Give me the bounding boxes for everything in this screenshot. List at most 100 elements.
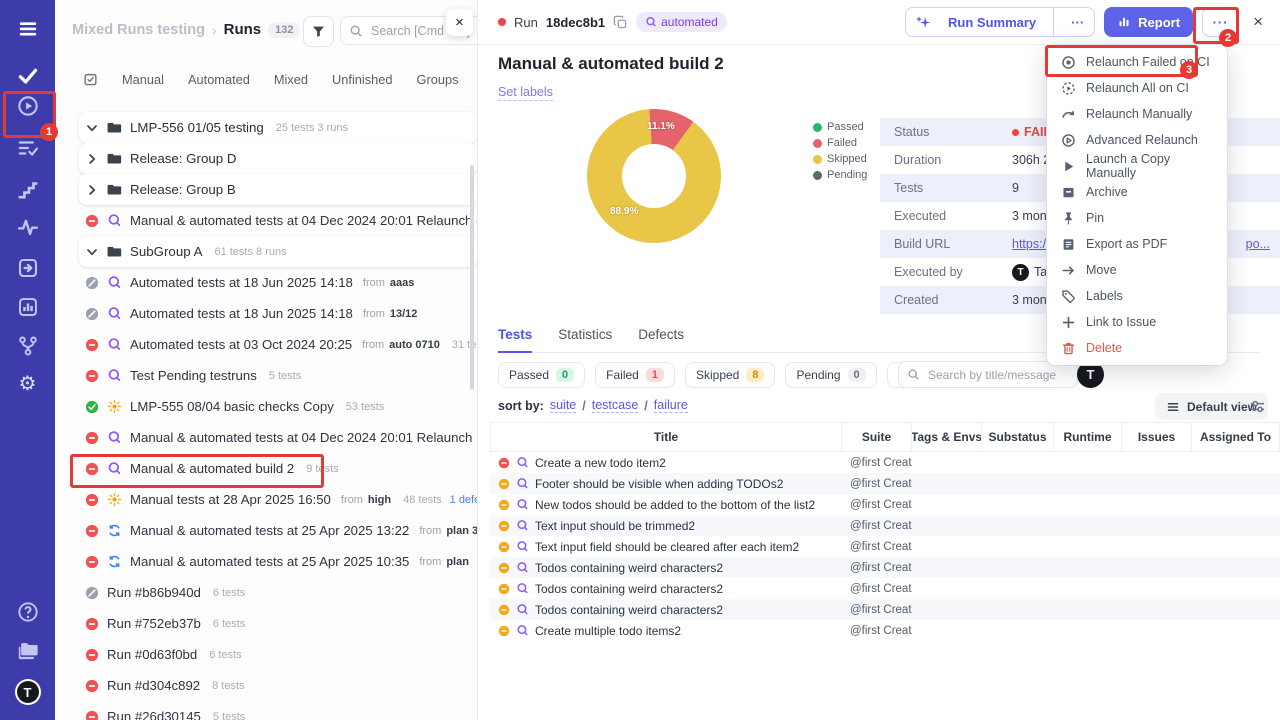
detail-close-button[interactable]: ×	[1250, 12, 1266, 32]
pill-pending[interactable]: Pending0	[785, 362, 876, 388]
defects-count[interactable]: 1 defects	[450, 494, 477, 506]
run-row[interactable]: Manual & automated tests at 04 Dec 2024 …	[55, 422, 477, 453]
column-header-suite[interactable]: Suite	[842, 422, 912, 452]
select-runs-icon[interactable]	[83, 72, 98, 87]
run-row[interactable]: Automated tests at 18 Jun 2025 14:18from…	[55, 298, 477, 329]
menu-item-export-as-pdf[interactable]: Export as PDF	[1047, 231, 1227, 257]
tests-search-input[interactable]	[926, 367, 1069, 383]
play-circle-icon[interactable]	[17, 95, 39, 117]
hamburger-icon[interactable]	[17, 18, 39, 40]
run-row[interactable]: Manual & automated tests at 25 Apr 2025 …	[55, 546, 477, 577]
menu-item-labels[interactable]: Labels	[1047, 283, 1227, 309]
from-label: from	[362, 339, 384, 351]
column-header-issues[interactable]: Issues	[1122, 422, 1192, 452]
assignee-avatar[interactable]: T	[1077, 361, 1104, 388]
column-header-assigned-to[interactable]: Assigned To	[1192, 422, 1280, 452]
run-row[interactable]: Run #0d63f0bd6 tests	[55, 639, 477, 670]
run-summary-more-button[interactable]: ···	[1061, 8, 1094, 36]
run-row[interactable]: Manual & automated build 29 tests	[55, 453, 477, 484]
sort-link-failure[interactable]: failure	[654, 398, 688, 413]
table-row[interactable]: Todos containing weird characters2@first…	[490, 599, 1280, 620]
column-header-runtime[interactable]: Runtime	[1054, 422, 1122, 452]
check-icon[interactable]	[17, 65, 39, 87]
list-check-icon[interactable]	[17, 137, 39, 159]
column-header-tags-envs[interactable]: Tags & Envs	[912, 422, 982, 452]
table-row[interactable]: Create multiple todo items2@first Create…	[490, 620, 1280, 641]
group-row[interactable]: Release: Group D	[79, 143, 477, 174]
automated-label-badge[interactable]: automated	[636, 12, 727, 32]
group-row[interactable]: LMP-556 01/05 testing25 tests 3 runs	[79, 112, 477, 143]
run-row[interactable]: Run #26d301455 tests	[55, 701, 477, 720]
table-row[interactable]: Text input field should be cleared after…	[490, 536, 1280, 557]
folders-icon[interactable]	[17, 640, 39, 662]
menu-item-delete[interactable]: Delete	[1047, 335, 1227, 361]
info-value[interactable]: https:/	[1012, 237, 1046, 251]
run-summary-button[interactable]: Run Summary ···	[905, 7, 1095, 37]
menu-item-relaunch-all-on-ci[interactable]: Relaunch All on CI	[1047, 75, 1227, 101]
menu-item-pin[interactable]: Pin	[1047, 205, 1227, 231]
pill-failed[interactable]: Failed1	[595, 362, 675, 388]
table-row[interactable]: Text input should be trimmed2@first Crea…	[490, 515, 1280, 536]
table-row[interactable]: New todos should be added to the bottom …	[490, 494, 1280, 515]
menu-item-link-to-issue[interactable]: Link to Issue	[1047, 309, 1227, 335]
branch-icon[interactable]	[17, 335, 39, 357]
menu-item-move[interactable]: Move	[1047, 257, 1227, 283]
build-url-tail[interactable]: po...	[1246, 237, 1270, 251]
tab-defects[interactable]: Defects	[638, 327, 684, 352]
workspace-logo-avatar[interactable]: T	[15, 679, 41, 705]
column-settings-icon[interactable]	[1249, 398, 1266, 415]
more-actions-button[interactable]: ···	[1202, 7, 1239, 37]
runs-tab-mixed[interactable]: Mixed	[274, 72, 308, 87]
gear-icon[interactable]: ⚙	[19, 374, 37, 394]
run-row[interactable]: Run #b86b940d6 tests	[55, 577, 477, 608]
column-header-title[interactable]: Title	[490, 422, 842, 452]
filter-button[interactable]	[303, 16, 334, 47]
tests-search[interactable]	[898, 361, 1078, 388]
table-row[interactable]: Footer should be visible when adding TOD…	[490, 473, 1280, 494]
test-title: Text input should be trimmed2	[535, 519, 695, 533]
runs-panel-close-button[interactable]: ×	[446, 9, 473, 36]
run-row[interactable]: Run #d304c8928 tests	[55, 670, 477, 701]
group-row[interactable]: Release: Group B	[79, 174, 477, 205]
import-icon[interactable]	[17, 257, 39, 279]
sort-link-suite[interactable]: suite	[550, 398, 576, 413]
pulse-icon[interactable]	[17, 216, 39, 238]
group-row[interactable]: SubGroup A61 tests 8 runs	[79, 236, 477, 267]
sort-link-testcase[interactable]: testcase	[592, 398, 639, 413]
runs-tab-unfinished[interactable]: Unfinished	[332, 72, 392, 87]
legend-item: Pending	[813, 169, 867, 181]
run-row[interactable]: LMP-555 08/04 basic checks Copy53 tests	[55, 391, 477, 422]
menu-item-relaunch-failed-on-ci[interactable]: Relaunch Failed on CI	[1047, 49, 1227, 75]
run-row[interactable]: Manual & automated tests at 25 Apr 2025 …	[55, 515, 477, 546]
menu-item-launch-a-copy-manually[interactable]: Launch a Copy Manually	[1047, 153, 1227, 179]
menu-item-advanced-relaunch[interactable]: Advanced Relaunch	[1047, 127, 1227, 153]
run-row[interactable]: Run #752eb37b6 tests	[55, 608, 477, 639]
table-row[interactable]: Todos containing weird characters2@first…	[490, 557, 1280, 578]
analytics-icon[interactable]	[17, 296, 39, 318]
steps-icon[interactable]	[17, 179, 39, 201]
runs-tab-manual[interactable]: Manual	[122, 72, 164, 87]
tab-tests[interactable]: Tests	[498, 327, 532, 353]
breadcrumb-section[interactable]: Runs	[224, 21, 262, 38]
report-button[interactable]: Report	[1104, 7, 1193, 37]
table-row[interactable]: Todos containing weird characters2@first…	[490, 578, 1280, 599]
breadcrumb-project[interactable]: Mixed Runs testing	[72, 22, 205, 38]
run-row[interactable]: Automated tests at 03 Oct 2024 20:25from…	[55, 329, 477, 360]
pill-skipped[interactable]: Skipped8	[685, 362, 776, 388]
help-icon[interactable]	[17, 601, 39, 623]
run-row[interactable]: Manual & automated tests at 04 Dec 2024 …	[55, 205, 477, 236]
run-row[interactable]: Manual tests at 28 Apr 2025 16:50fromhig…	[55, 484, 477, 515]
menu-item-relaunch-manually[interactable]: Relaunch Manually	[1047, 101, 1227, 127]
pill-passed[interactable]: Passed0	[498, 362, 585, 388]
runs-tab-groups[interactable]: Groups	[417, 72, 459, 87]
run-row[interactable]: Test Pending testruns5 tests	[55, 360, 477, 391]
runs-tab-automated[interactable]: Automated	[188, 72, 250, 87]
table-row[interactable]: Create a new todo item2@first Create ...	[490, 452, 1280, 473]
copy-icon[interactable]	[613, 15, 628, 30]
tab-statistics[interactable]: Statistics	[558, 327, 612, 352]
runs-scrollbar[interactable]	[470, 165, 474, 390]
column-header-substatus[interactable]: Substatus	[982, 422, 1054, 452]
set-labels-link[interactable]: Set labels	[498, 85, 553, 101]
menu-item-archive[interactable]: Archive	[1047, 179, 1227, 205]
run-row[interactable]: Automated tests at 18 Jun 2025 14:18from…	[55, 267, 477, 298]
